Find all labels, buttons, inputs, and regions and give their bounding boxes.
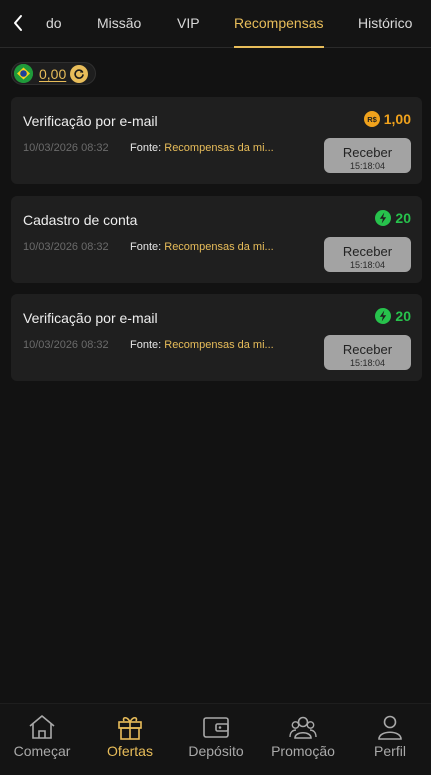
claim-label: Receber <box>342 243 393 259</box>
reward-card: Verificação por e-mail 10/03/2026 08:32 … <box>11 97 422 184</box>
claim-timer: 15:18:04 <box>349 160 386 171</box>
nav-item-ofertas[interactable]: Ofertas <box>92 714 168 759</box>
people-icon <box>289 716 317 739</box>
reward-source-value: Recompensas da mi... <box>164 142 274 154</box>
reward-date: 10/03/2026 08:32 <box>23 339 109 351</box>
bottom-navigation: Começar Ofertas Depósito Promoção Perfil <box>0 703 431 775</box>
reward-source-label: Fonte: <box>130 241 162 253</box>
reward-value: 1,00 <box>383 111 411 127</box>
nav-item-perfil[interactable]: Perfil <box>352 714 428 759</box>
reward-title: Verificação por e-mail <box>23 113 158 129</box>
reward-amount: R$ 1,00 <box>363 111 411 127</box>
nav-item-comecar[interactable]: Começar <box>4 714 80 759</box>
reward-title: Verificação por e-mail <box>23 310 158 326</box>
brazil-flag-icon <box>14 64 33 83</box>
chevron-left-icon <box>14 15 22 31</box>
nav-label: Depósito <box>188 743 244 759</box>
reward-title: Cadastro de conta <box>23 212 138 228</box>
gift-icon <box>118 716 142 740</box>
tab-todo[interactable]: do <box>46 0 62 48</box>
nav-label: Ofertas <box>107 743 153 759</box>
reward-source: Fonte: Recompensas da mi... <box>130 241 274 253</box>
reward-source: Fonte: Recompensas da mi... <box>130 339 274 351</box>
claim-button[interactable]: Receber 15:18:04 <box>324 335 411 370</box>
reward-source-value: Recompensas da mi... <box>164 241 274 253</box>
back-button[interactable] <box>6 10 30 36</box>
lightning-icon <box>375 210 392 226</box>
svg-text:R$: R$ <box>367 115 377 124</box>
reward-value: 20 <box>395 308 411 324</box>
reward-date: 10/03/2026 08:32 <box>23 241 109 253</box>
reward-source-label: Fonte: <box>130 339 162 351</box>
user-icon <box>378 715 402 740</box>
lightning-icon <box>375 308 392 324</box>
home-icon <box>29 715 55 739</box>
nav-label: Começar <box>13 743 71 759</box>
claim-timer: 15:18:04 <box>349 357 386 368</box>
claim-button[interactable]: Receber 15:18:04 <box>324 237 411 272</box>
reward-source-label: Fonte: <box>130 142 162 154</box>
reward-source: Fonte: Recompensas da mi... <box>130 142 274 154</box>
refresh-icon[interactable] <box>70 64 89 83</box>
reward-value: 20 <box>395 210 411 226</box>
claim-label: Receber <box>342 144 393 160</box>
balance-chip: 0,00 <box>11 62 96 85</box>
claim-label: Receber <box>342 341 393 357</box>
top-tab-bar: do Missão VIP Recompensas Histórico <box>0 0 431 48</box>
reward-date: 10/03/2026 08:32 <box>23 142 109 154</box>
reward-amount: 20 <box>375 210 411 226</box>
reward-amount: 20 <box>375 308 411 324</box>
reward-card: Cadastro de conta 10/03/2026 08:32 Fonte… <box>11 196 422 283</box>
nav-label: Perfil <box>374 743 406 759</box>
wallet-icon <box>203 717 229 738</box>
claim-timer: 15:18:04 <box>349 259 386 270</box>
reward-card: Verificação por e-mail 10/03/2026 08:32 … <box>11 294 422 381</box>
tab-recompensas[interactable]: Recompensas <box>234 0 324 48</box>
real-coin-icon: R$ <box>363 111 380 127</box>
tab-historico[interactable]: Histórico <box>358 0 412 48</box>
tab-vip[interactable]: VIP <box>177 0 200 48</box>
reward-source-value: Recompensas da mi... <box>164 339 274 351</box>
nav-item-promocao[interactable]: Promoção <box>265 714 341 759</box>
nav-item-deposito[interactable]: Depósito <box>178 714 254 759</box>
nav-label: Promoção <box>271 743 335 759</box>
tab-missao[interactable]: Missão <box>97 0 141 48</box>
claim-button[interactable]: Receber 15:18:04 <box>324 138 411 173</box>
balance-amount[interactable]: 0,00 <box>39 66 66 82</box>
